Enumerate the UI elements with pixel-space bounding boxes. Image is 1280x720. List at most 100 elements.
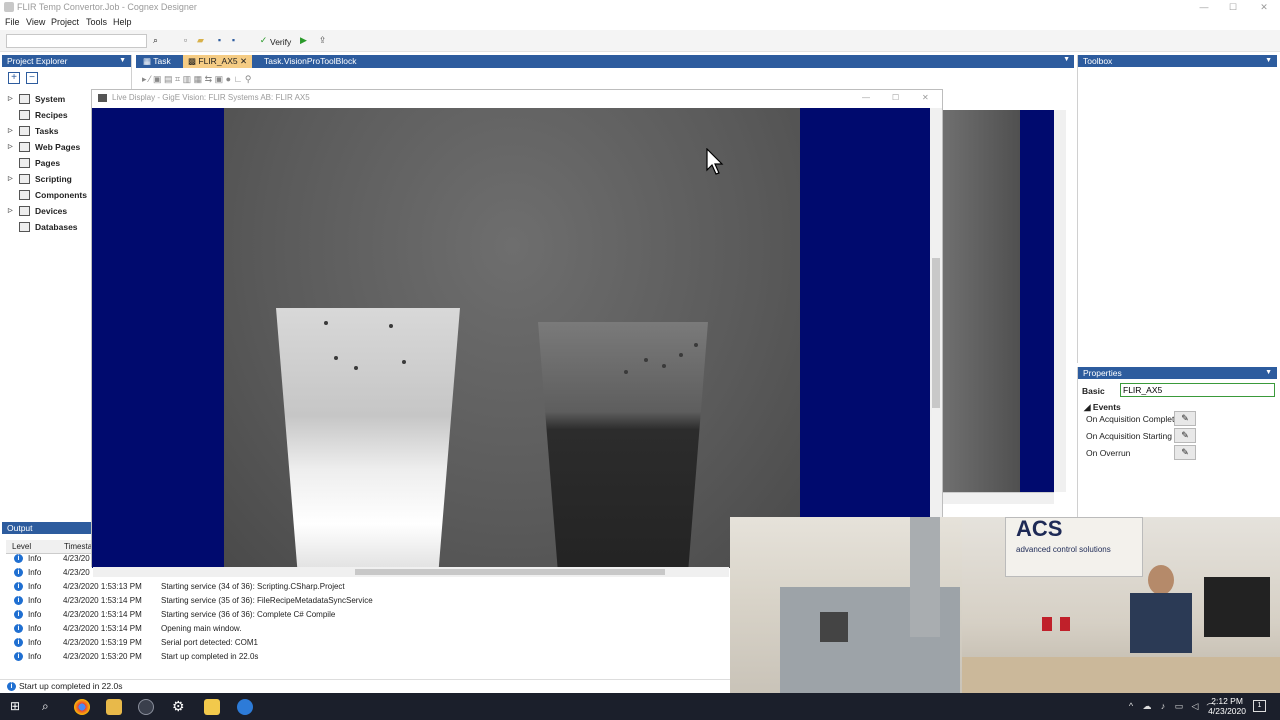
live-display-title: Live Display - GigE Vision: FLIR Systems… bbox=[112, 93, 310, 102]
row-level: Info bbox=[28, 652, 42, 661]
close-tab-icon[interactable]: ✕ bbox=[240, 56, 247, 66]
chevron-up-icon[interactable]: ^ bbox=[1126, 701, 1136, 711]
tree-item-label: Recipes bbox=[35, 110, 68, 120]
properties-panel: Properties ▼ Basic ◢ Events On Acquisiti… bbox=[1077, 367, 1277, 517]
horizontal-scrollbar[interactable] bbox=[942, 492, 1054, 504]
chevron-down-icon[interactable]: ▼ bbox=[1265, 367, 1272, 379]
monitor-image bbox=[1204, 577, 1270, 637]
chevron-down-icon[interactable]: ▼ bbox=[119, 55, 126, 67]
menu-file[interactable]: File bbox=[5, 17, 20, 27]
scrollbar-thumb[interactable] bbox=[932, 258, 940, 408]
live-image-canvas[interactable] bbox=[92, 108, 930, 568]
cognex-app-icon[interactable] bbox=[138, 699, 154, 715]
menu-help[interactable]: Help bbox=[113, 17, 132, 27]
collapse-all-icon[interactable]: − bbox=[26, 72, 38, 84]
live-display-titlebar: Live Display - GigE Vision: FLIR Systems… bbox=[92, 90, 942, 108]
new-file-icon[interactable]: ▫ bbox=[180, 35, 191, 46]
microphone-icon[interactable]: ♪ bbox=[1158, 701, 1168, 711]
camera-device-image bbox=[820, 612, 848, 642]
live-display-scrollbar[interactable] bbox=[930, 108, 942, 568]
output-row[interactable]: i Info 4/23/2020 1:53:19 PM Serial port det… bbox=[6, 636, 726, 650]
expand-arrow-icon[interactable]: ▷ bbox=[8, 143, 13, 150]
battery-icon[interactable]: ▭ bbox=[1174, 701, 1184, 711]
row-timestamp: 4/23/2020 1:53:20 PM bbox=[63, 652, 142, 661]
verify-icon[interactable]: ✓ bbox=[258, 35, 269, 46]
menu-view[interactable]: View bbox=[26, 17, 45, 27]
deploy-icon[interactable]: ⇪ bbox=[317, 35, 328, 46]
info-icon: i bbox=[14, 652, 23, 661]
cloud-icon[interactable]: ☁ bbox=[1142, 701, 1152, 711]
hot-cup-image bbox=[276, 308, 460, 568]
save-all-icon[interactable]: ▪ bbox=[228, 35, 239, 46]
file-explorer-icon[interactable] bbox=[106, 699, 122, 715]
tree-item-label: Web Pages bbox=[35, 142, 81, 152]
name-field[interactable] bbox=[1120, 383, 1275, 397]
info-icon: i bbox=[14, 624, 23, 633]
vertical-scrollbar[interactable] bbox=[1054, 110, 1066, 492]
output-row[interactable]: i Info 4/23/2020 1:53:14 PM Starting servic… bbox=[6, 594, 726, 608]
output-row[interactable]: i Info 4/23/2020 1:53:14 PM Opening main wi… bbox=[6, 622, 726, 636]
clock[interactable]: 2:12 PM 4/23/2020 bbox=[1208, 696, 1246, 716]
title-bar: FLIR Temp Convertor.Job - Cognex Designe… bbox=[0, 0, 1280, 15]
events-section[interactable]: ◢ Events bbox=[1084, 402, 1121, 413]
tree-item-label: System bbox=[35, 94, 66, 104]
expand-arrow-icon[interactable]: ▷ bbox=[8, 175, 13, 182]
live-maximize-button[interactable]: ☐ bbox=[892, 90, 899, 106]
minimize-button[interactable]: — bbox=[1190, 1, 1218, 14]
verify-button[interactable]: Verify bbox=[270, 37, 291, 47]
row-timestamp: 4/23/2020 1:53:19 PM bbox=[63, 638, 142, 647]
app-icon[interactable] bbox=[204, 699, 220, 715]
live-minimize-button[interactable]: — bbox=[862, 90, 870, 106]
properties-header: Properties ▼ bbox=[1078, 367, 1277, 379]
settings-icon[interactable]: ⚙ bbox=[172, 698, 185, 715]
toolbox-header: Toolbox ▼ bbox=[1078, 55, 1277, 67]
edit-event-button[interactable]: ✎ bbox=[1174, 445, 1196, 460]
info-icon: i bbox=[14, 638, 23, 647]
save-icon[interactable]: ▪ bbox=[214, 35, 225, 46]
live-close-button[interactable]: ✕ bbox=[922, 90, 929, 106]
edit-event-button[interactable]: ✎ bbox=[1174, 428, 1196, 443]
maximize-button[interactable]: ☐ bbox=[1219, 1, 1247, 14]
edit-event-button[interactable]: ✎ bbox=[1174, 411, 1196, 426]
expand-arrow-icon[interactable]: ▷ bbox=[8, 127, 13, 134]
row-level: Info bbox=[28, 610, 42, 619]
open-folder-icon[interactable]: ▰ bbox=[195, 35, 206, 46]
info-icon: i bbox=[14, 610, 23, 619]
output-row[interactable]: i Info 4/23/2020 1:53:14 PM Starting servic… bbox=[6, 608, 726, 622]
row-message: Opening main window. bbox=[161, 624, 242, 633]
menu-project[interactable]: Project bbox=[51, 17, 79, 27]
tree-item-label: Components bbox=[35, 190, 87, 200]
row-level: Info bbox=[28, 596, 42, 605]
run-icon[interactable]: ▶ bbox=[298, 35, 309, 46]
search-icon[interactable]: ⌕ bbox=[42, 699, 49, 714]
live-display-window: Live Display - GigE Vision: FLIR Systems… bbox=[91, 89, 943, 568]
scrollbar-thumb[interactable] bbox=[355, 569, 665, 575]
tab-flir-ax5[interactable]: ▩ FLIR_AX5 ✕ bbox=[183, 55, 253, 68]
search-input[interactable] bbox=[6, 34, 147, 48]
speaker-icon[interactable]: ◁ bbox=[1190, 701, 1200, 711]
menu-tools[interactable]: Tools bbox=[86, 17, 107, 27]
cold-cup-image bbox=[538, 322, 708, 568]
expand-all-icon[interactable]: + bbox=[8, 72, 20, 84]
start-icon[interactable]: ⊞ bbox=[10, 700, 22, 712]
live-horizontal-scrollbar[interactable] bbox=[93, 567, 729, 577]
properties-title: Properties bbox=[1083, 368, 1122, 378]
status-text: Start up completed in 22.0s bbox=[19, 681, 123, 691]
output-row[interactable]: i Info 4/23/2020 1:53:20 PM Start up comple… bbox=[6, 650, 726, 664]
expand-arrow-icon[interactable]: ▷ bbox=[8, 95, 13, 102]
expand-arrow-icon[interactable]: ▷ bbox=[8, 207, 13, 214]
chrome-icon[interactable] bbox=[74, 699, 90, 715]
output-row[interactable]: i Info 4/23/2020 1:53:13 PM Starting servic… bbox=[6, 580, 726, 594]
chevron-down-icon[interactable]: ▼ bbox=[1265, 55, 1272, 67]
acs-sign: ACS advanced control solutions bbox=[1005, 517, 1143, 577]
app-icon[interactable] bbox=[237, 699, 253, 715]
row-timestamp: 4/23/2020 1:53:14 PM bbox=[63, 596, 142, 605]
tree-node-icon bbox=[19, 142, 30, 152]
notifications-icon[interactable]: 1 bbox=[1253, 700, 1266, 712]
close-button[interactable]: ✕ bbox=[1250, 1, 1278, 14]
tab-dropdown-icon[interactable]: ▼ bbox=[1063, 56, 1070, 63]
tab-task-visionpro-toolblock[interactable]: Task.VisionProToolBlock bbox=[259, 55, 361, 68]
event-label: On Acquisition Complete bbox=[1086, 414, 1180, 424]
search-icon[interactable]: ⌕ bbox=[150, 35, 161, 46]
tab-task[interactable]: ▦ Task bbox=[138, 55, 176, 68]
